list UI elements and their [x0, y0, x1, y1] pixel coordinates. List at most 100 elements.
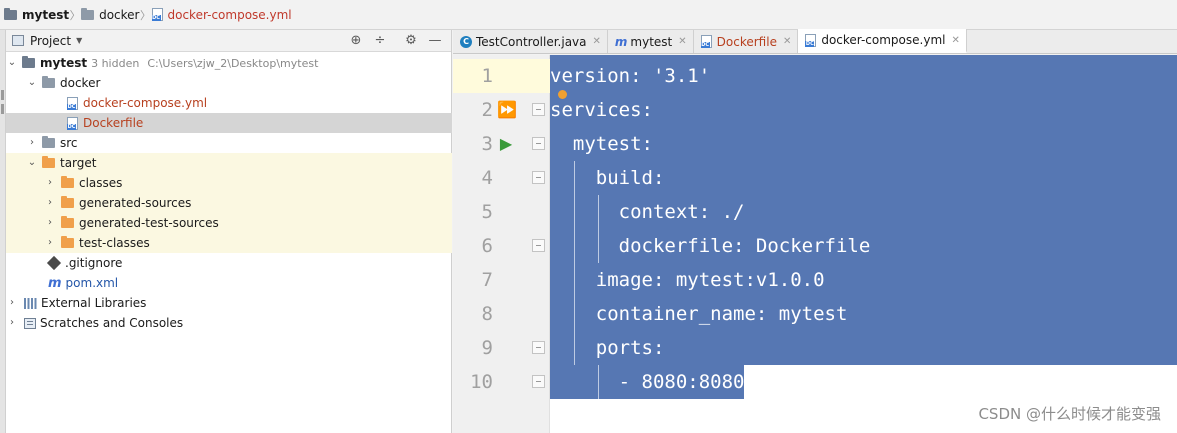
fold-toggle[interactable] — [532, 171, 545, 184]
folder-icon — [42, 76, 55, 88]
code-line[interactable]: container_name: mytest — [550, 297, 848, 331]
editor-tab-bar: C TestController.java ✕ m mytest ✕ Docke… — [453, 29, 1177, 54]
chevron-right-icon[interactable]: › — [44, 213, 56, 233]
breadcrumb-folder[interactable]: docker — [81, 0, 140, 30]
line-number: 10 — [470, 371, 493, 393]
intention-bulb-icon[interactable] — [558, 90, 567, 99]
maven-icon: m — [48, 275, 62, 291]
tab-docker-compose[interactable]: docker-compose.yml ✕ — [798, 29, 967, 53]
tab-dockerfile[interactable]: Dockerfile ✕ — [694, 30, 799, 53]
line-number: 9 — [481, 337, 493, 359]
excluded-folder-icon — [42, 156, 55, 168]
docker-file-icon — [151, 8, 163, 21]
tree-item-classes[interactable]: › classes — [6, 173, 452, 193]
line-number: 8 — [481, 303, 493, 325]
line-number: 2 — [481, 99, 493, 121]
project-view-icon — [12, 35, 24, 46]
code-line[interactable]: mytest: — [550, 127, 653, 161]
breadcrumb-separator: 〉 — [140, 8, 151, 22]
java-class-icon: C — [460, 35, 472, 48]
tab-testcontroller[interactable]: C TestController.java ✕ — [453, 30, 608, 53]
folder-icon — [81, 7, 95, 20]
tree-item-generated-test-sources[interactable]: › generated-test-sources — [6, 213, 452, 233]
run-service-icon[interactable]: ▶ — [497, 127, 515, 161]
docker-file-icon — [805, 33, 817, 47]
code-editor[interactable]: 1 2 3 4 5 6 7 8 9 10 ⏩ ▶ version: '3.1' … — [453, 55, 1177, 433]
chevron-right-icon[interactable]: › — [44, 193, 56, 213]
git-icon — [46, 255, 62, 271]
tree-item-src[interactable]: › src — [6, 133, 452, 153]
tree-item-docker[interactable]: ⌄ docker — [6, 73, 452, 93]
code-line[interactable]: ports: — [550, 331, 665, 365]
tree-item-test-classes[interactable]: › test-classes — [6, 233, 452, 253]
chevron-right-icon[interactable]: › — [44, 173, 56, 193]
tree-item-generated-sources[interactable]: › generated-sources — [6, 193, 452, 213]
tree-item-external-libraries[interactable]: › External Libraries — [6, 293, 452, 313]
fold-toggle[interactable] — [532, 375, 545, 388]
line-number: 3 — [481, 133, 493, 155]
breadcrumb: mytest 〉 docker 〉 docker-compose.yml — [0, 0, 1177, 30]
line-number: 4 — [481, 167, 493, 189]
breadcrumb-separator: 〉 — [69, 8, 81, 22]
chevron-down-icon[interactable]: ⌄ — [6, 53, 18, 73]
run-all-services-icon[interactable]: ⏩ — [497, 93, 517, 127]
close-icon[interactable]: ✕ — [678, 36, 686, 47]
fold-toggle[interactable] — [532, 103, 545, 116]
strip-button[interactable] — [1, 90, 4, 100]
folder-icon — [42, 136, 55, 148]
chevron-down-icon[interactable]: ⌄ — [26, 153, 38, 173]
close-icon[interactable]: ✕ — [951, 35, 959, 46]
line-number: 1 — [453, 59, 550, 93]
breadcrumb-project[interactable]: mytest — [4, 0, 69, 30]
maven-icon: m — [614, 34, 628, 49]
close-icon[interactable]: ✕ — [783, 36, 791, 47]
excluded-folder-icon — [61, 176, 74, 188]
excluded-folder-icon — [61, 236, 74, 248]
close-icon[interactable]: ✕ — [593, 36, 601, 47]
project-view-selector[interactable]: Project — [30, 34, 71, 48]
chevron-down-icon[interactable]: ▼ — [76, 36, 82, 45]
code-line[interactable]: version: '3.1' — [550, 59, 710, 93]
tree-item-dockerfile[interactable]: Dockerfile — [6, 113, 452, 133]
chevron-right-icon[interactable]: › — [6, 313, 18, 333]
tab-mytest[interactable]: m mytest ✕ — [608, 30, 694, 53]
hide-icon[interactable]: — — [427, 33, 443, 49]
chevron-down-icon[interactable]: ⌄ — [26, 73, 38, 93]
chevron-right-icon[interactable]: › — [44, 233, 56, 253]
fold-toggle[interactable] — [532, 239, 545, 252]
line-number: 5 — [481, 201, 493, 223]
gear-icon[interactable]: ⚙ — [403, 33, 419, 49]
module-folder-icon — [4, 7, 17, 20]
tree-item-gitignore[interactable]: .gitignore — [6, 253, 452, 273]
module-folder-icon — [22, 56, 35, 68]
docker-file-icon — [67, 96, 78, 110]
project-panel-header: Project ▼ ⊕ ÷ ⚙ — — [6, 30, 451, 52]
docker-file-icon — [67, 116, 78, 130]
tree-item-root[interactable]: ⌄ mytest 3 hidden C:\Users\zjw_2\Desktop… — [6, 53, 452, 73]
locate-icon[interactable]: ⊕ — [348, 33, 364, 49]
watermark: CSDN @什么时候才能变强 — [978, 405, 1161, 423]
docker-file-icon — [700, 35, 712, 48]
project-panel: Project ▼ ⊕ ÷ ⚙ — ⌄ mytest 3 hidden C:\U… — [6, 30, 452, 433]
code-line[interactable]: image: mytest:v1.0.0 — [550, 263, 825, 297]
code-line[interactable]: build: — [550, 161, 665, 195]
scratches-icon — [24, 317, 36, 329]
fold-toggle[interactable] — [532, 341, 545, 354]
tree-item-docker-compose[interactable]: docker-compose.yml — [6, 93, 452, 113]
code-line[interactable]: dockerfile: Dockerfile — [550, 229, 871, 263]
fold-toggle[interactable] — [532, 137, 545, 150]
library-icon — [24, 297, 37, 309]
tree-item-pom[interactable]: m pom.xml — [6, 273, 452, 293]
editor-gutter[interactable]: 1 2 3 4 5 6 7 8 9 10 ⏩ ▶ — [453, 55, 550, 433]
code-line[interactable]: context: ./ — [550, 195, 745, 229]
code-area[interactable]: version: '3.1' services: mytest: build: … — [550, 55, 1177, 433]
collapse-all-icon[interactable]: ÷ — [372, 33, 388, 49]
chevron-right-icon[interactable]: › — [6, 293, 18, 313]
breadcrumb-file[interactable]: docker-compose.yml — [151, 0, 292, 30]
strip-button[interactable] — [1, 104, 4, 114]
tree-item-scratches[interactable]: › Scratches and Consoles — [6, 313, 452, 333]
code-line[interactable]: - 8080:8080 — [550, 365, 745, 399]
chevron-right-icon[interactable]: › — [26, 133, 38, 153]
code-line[interactable]: services: — [550, 93, 653, 127]
tree-item-target[interactable]: ⌄ target — [6, 153, 452, 173]
